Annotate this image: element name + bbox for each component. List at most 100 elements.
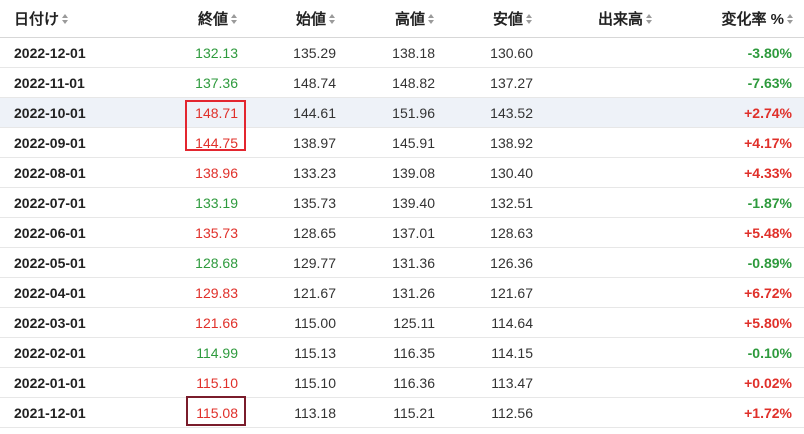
header-low[interactable]: 安値: [445, 0, 543, 38]
cell-volume: [543, 367, 663, 398]
table-row[interactable]: 2022-12-01 132.13 135.29 138.18 130.60 -3.80%: [0, 37, 804, 68]
cell-change: +6.72%: [663, 277, 804, 308]
header-change[interactable]: 変化率 %: [663, 0, 804, 38]
cell-close: 128.68: [132, 247, 248, 278]
cell-high: 116.36: [346, 367, 445, 398]
table-row[interactable]: 2022-09-01 144.75 138.97 145.91 138.92 +4.17%: [0, 127, 804, 158]
header-high[interactable]: 高値: [346, 0, 445, 38]
cell-close: 132.13: [132, 37, 248, 68]
cell-high: 139.08: [346, 157, 445, 188]
cell-open: 128.65: [248, 217, 346, 248]
cell-open: 148.74: [248, 67, 346, 98]
cell-date: 2022-03-01: [0, 307, 132, 338]
header-date[interactable]: 日付け: [0, 0, 132, 38]
table-row[interactable]: 2022-07-01 133.19 135.73 139.40 132.51 -1.87%: [0, 187, 804, 218]
cell-change: -0.89%: [663, 247, 804, 278]
sort-updown-icon[interactable]: [526, 13, 533, 25]
sort-updown-icon[interactable]: [329, 13, 336, 25]
cell-close: 115.08: [132, 397, 248, 428]
cell-high: 151.96: [346, 97, 445, 128]
cell-high: 131.36: [346, 247, 445, 278]
cell-volume: [543, 187, 663, 218]
table-row[interactable]: 2021-12-01 115.08 113.18 115.21 112.56 +1.72%: [0, 397, 804, 428]
table-row[interactable]: 2022-02-01 114.99 115.13 116.35 114.15 -0.10%: [0, 337, 804, 368]
cell-open: 135.73: [248, 187, 346, 218]
header-close-label: 終値: [197, 11, 228, 28]
sort-updown-icon[interactable]: [646, 13, 653, 25]
cell-date: 2022-08-01: [0, 157, 132, 188]
table-row[interactable]: 2022-08-01 138.96 133.23 139.08 130.40 +4.33%: [0, 157, 804, 188]
cell-open: 115.10: [248, 367, 346, 398]
cell-low: 130.60: [445, 37, 543, 68]
sort-updown-icon[interactable]: [231, 13, 238, 25]
cell-low: 113.47: [445, 367, 543, 398]
header-date-label: 日付け: [14, 11, 60, 28]
table-row[interactable]: 2022-03-01 121.66 115.00 125.11 114.64 +5.80%: [0, 307, 804, 338]
cell-low: 126.36: [445, 247, 543, 278]
cell-open: 129.77: [248, 247, 346, 278]
cell-open: 138.97: [248, 127, 346, 158]
table-row[interactable]: 2022-05-01 128.68 129.77 131.36 126.36 -0.89%: [0, 247, 804, 278]
cell-high: 138.18: [346, 37, 445, 68]
table-row[interactable]: 2022-01-01 115.10 115.10 116.36 113.47 +0.02%: [0, 367, 804, 398]
cell-date: 2021-12-01: [0, 397, 132, 428]
cell-open: 113.18: [248, 397, 346, 428]
cell-low: 114.64: [445, 307, 543, 338]
cell-high: 137.01: [346, 217, 445, 248]
header-open[interactable]: 始値: [248, 0, 346, 38]
cell-date: 2022-09-01: [0, 127, 132, 158]
cell-volume: [543, 277, 663, 308]
cell-date: 2022-11-01: [0, 67, 132, 98]
cell-date: 2022-05-01: [0, 247, 132, 278]
cell-volume: [543, 247, 663, 278]
cell-volume: [543, 97, 663, 128]
header-volume[interactable]: 出来高: [543, 0, 663, 38]
table-row[interactable]: 2022-11-01 137.36 148.74 148.82 137.27 -7.63%: [0, 67, 804, 98]
cell-low: 132.51: [445, 187, 543, 218]
cell-date: 2022-10-01: [0, 97, 132, 128]
cell-high: 148.82: [346, 67, 445, 98]
sort-updown-icon[interactable]: [62, 13, 69, 25]
cell-close: 129.83: [132, 277, 248, 308]
cell-volume: [543, 67, 663, 98]
header-low-label: 安値: [492, 11, 523, 28]
cell-date: 2022-07-01: [0, 187, 132, 218]
cell-volume: [543, 157, 663, 188]
cell-low: 130.40: [445, 157, 543, 188]
cell-low: 143.52: [445, 97, 543, 128]
cell-date: 2022-01-01: [0, 367, 132, 398]
cell-low: 137.27: [445, 67, 543, 98]
cell-high: 115.21: [346, 397, 445, 428]
table-row[interactable]: 2022-06-01 135.73 128.65 137.01 128.63 +5.48%: [0, 217, 804, 248]
cell-open: 115.13: [248, 337, 346, 368]
cell-low: 114.15: [445, 337, 543, 368]
table-header: 日付け 終値 始値 高値 安値 出来高 変化率 %: [0, 0, 804, 38]
cell-open: 133.23: [248, 157, 346, 188]
cell-close: 133.19: [132, 187, 248, 218]
cell-volume: [543, 397, 663, 428]
header-close[interactable]: 終値: [132, 0, 248, 38]
cell-high: 145.91: [346, 127, 445, 158]
cell-change: +1.72%: [663, 397, 804, 428]
table-body: 2022-12-01 132.13 135.29 138.18 130.60 -3.80%…: [0, 37, 804, 428]
header-volume-label: 出来高: [597, 11, 643, 28]
sort-updown-icon[interactable]: [428, 13, 435, 25]
cell-close: 137.36: [132, 67, 248, 98]
cell-volume: [543, 127, 663, 158]
cell-open: 135.29: [248, 37, 346, 68]
cell-open: 121.67: [248, 277, 346, 308]
cell-date: 2022-06-01: [0, 217, 132, 248]
cell-close: 138.96: [132, 157, 248, 188]
cell-change: -3.80%: [663, 37, 804, 68]
cell-volume: [543, 217, 663, 248]
header-open-label: 始値: [295, 11, 326, 28]
historical-data-table: 日付け 終値 始値 高値 安値 出来高 変化率 % 2022-12-01 132.…: [0, 0, 804, 428]
cell-date: 2022-02-01: [0, 337, 132, 368]
cell-high: 139.40: [346, 187, 445, 218]
table-row[interactable]: 2022-10-01 148.71 144.61 151.96 143.52 +2.74%: [0, 97, 804, 128]
cell-low: 128.63: [445, 217, 543, 248]
historical-data-panel: 日付け 終値 始値 高値 安値 出来高 変化率 % 2022-12-01 132.…: [0, 0, 804, 434]
table-row[interactable]: 2022-04-01 129.83 121.67 131.26 121.67 +6.72%: [0, 277, 804, 308]
cell-high: 125.11: [346, 307, 445, 338]
sort-updown-icon[interactable]: [787, 13, 794, 25]
